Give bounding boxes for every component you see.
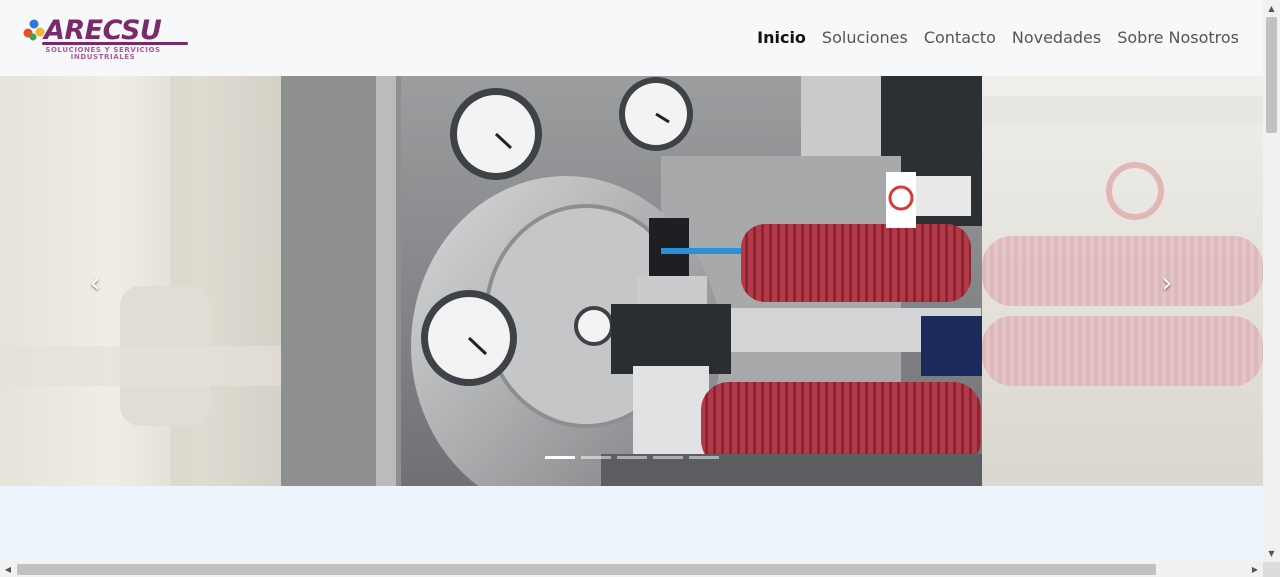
chevron-right-icon: › (1161, 266, 1173, 299)
carousel-indicator-4[interactable] (653, 456, 683, 459)
brand-logo[interactable]: ARECSU SOLUCIONES Y SERVICIOS INDUSTRIAL… (22, 14, 192, 64)
carousel-slide-active (281, 76, 982, 486)
brand-underline (42, 42, 188, 45)
scrollbar-corner (1263, 562, 1280, 577)
chevron-left-icon: ‹ (89, 266, 101, 299)
horizontal-scroll-thumb[interactable] (17, 564, 1156, 575)
site-header: ARECSU SOLUCIONES Y SERVICIOS INDUSTRIAL… (0, 0, 1263, 76)
brand-subtitle-line2: INDUSTRIALES (70, 53, 136, 61)
brand-subtitle: SOLUCIONES Y SERVICIOS INDUSTRIALES (28, 47, 178, 61)
carousel-indicator-5[interactable] (689, 456, 719, 459)
page: ARECSU SOLUCIONES Y SERVICIOS INDUSTRIAL… (0, 0, 1280, 577)
main-content (0, 486, 1263, 562)
scroll-left-arrow-icon[interactable]: ◀ (0, 562, 16, 577)
hero-carousel: ‹ › (0, 76, 1263, 486)
scroll-up-arrow-icon[interactable]: ▲ (1263, 0, 1280, 17)
slide-image-industrial-equipment (281, 76, 982, 486)
vertical-scrollbar[interactable]: ▲ ▼ (1263, 0, 1280, 562)
scroll-down-arrow-icon[interactable]: ▼ (1263, 545, 1280, 562)
nav-item-soluciones[interactable]: Soluciones (822, 27, 908, 49)
nav-item-inicio[interactable]: Inicio (757, 27, 806, 49)
carousel-fade-right (982, 76, 1263, 486)
nav-item-novedades[interactable]: Novedades (1012, 27, 1101, 49)
carousel-next-button[interactable]: › (1152, 266, 1182, 299)
scroll-right-arrow-icon[interactable]: ▶ (1247, 562, 1263, 577)
vertical-scroll-thumb[interactable] (1266, 17, 1277, 133)
carousel-indicator-3[interactable] (617, 456, 647, 459)
carousel-fade-left (0, 76, 281, 486)
carousel-indicators (545, 456, 719, 459)
carousel-indicator-1[interactable] (545, 456, 575, 459)
nav-item-sobre-nosotros[interactable]: Sobre Nosotros (1117, 27, 1239, 49)
carousel-prev-button[interactable]: ‹ (80, 266, 110, 299)
horizontal-scrollbar[interactable]: ◀ ▶ (0, 562, 1263, 577)
nav-item-contacto[interactable]: Contacto (924, 27, 996, 49)
carousel-indicator-2[interactable] (581, 456, 611, 459)
main-nav: Inicio Soluciones Contacto Novedades Sob… (757, 27, 1239, 49)
